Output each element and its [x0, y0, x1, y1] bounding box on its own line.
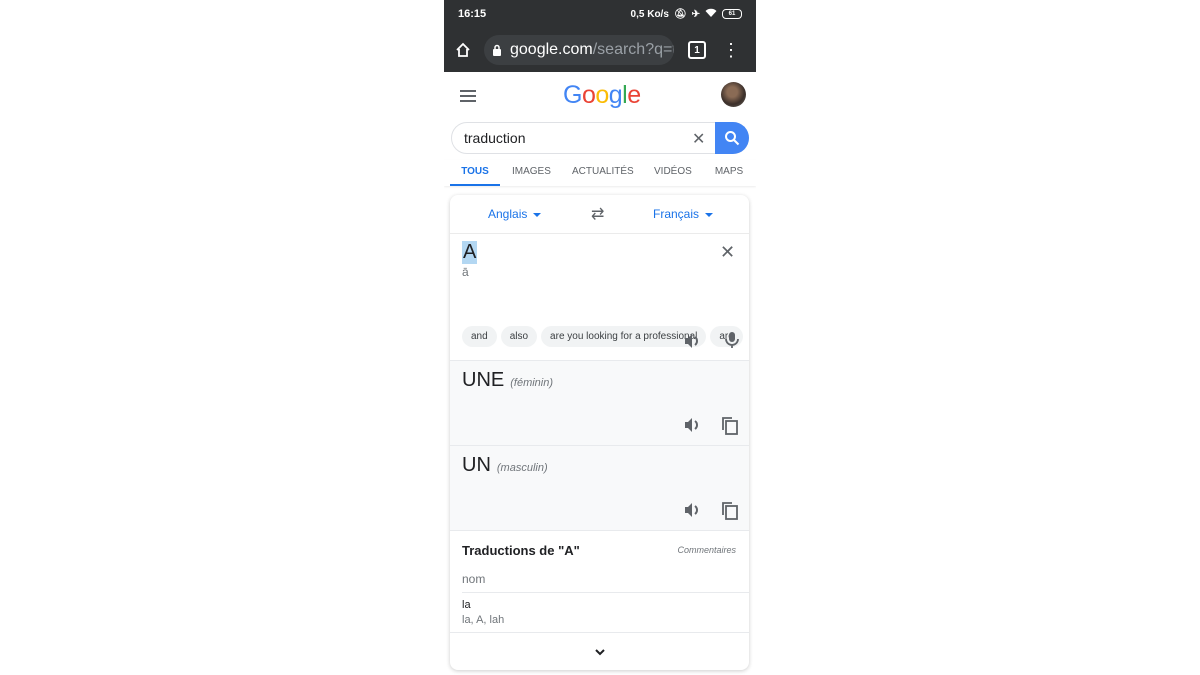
logo-letter: G: [563, 81, 582, 109]
divider: [462, 592, 749, 593]
dictionary-entry-synonyms: la, A, lah: [462, 614, 505, 626]
logo-letter: e: [627, 81, 641, 109]
microphone-icon[interactable]: [722, 330, 742, 350]
search-button[interactable]: [715, 122, 749, 154]
dictionary-entry-word: la: [462, 599, 471, 611]
chevron-down-icon: [705, 212, 714, 217]
expand-button[interactable]: [450, 632, 749, 670]
source-input-area[interactable]: A ā ✕ and also are you looking for a pro…: [450, 234, 749, 361]
logo-letter: o: [581, 81, 596, 109]
clear-search-icon[interactable]: ✕: [692, 129, 705, 149]
dictionary-title: Traductions de "A": [462, 543, 580, 558]
network-speed: 0,5 Ko/s: [630, 8, 669, 20]
bell-muted-icon: 🔕︎: [673, 8, 687, 20]
target-language-select[interactable]: Français: [653, 207, 714, 221]
target-language-label: Français: [653, 207, 700, 221]
search-input[interactable]: traduction: [464, 130, 525, 146]
url-bar[interactable]: google.com/search?q=t: [484, 35, 674, 65]
logo-letter: g: [608, 81, 623, 109]
more-menu-icon[interactable]: ⋮: [722, 41, 740, 59]
status-icons: 0,5 Ko/s 🔕︎ ✈︎ 61: [631, 8, 742, 21]
search-box[interactable]: traduction ✕: [451, 122, 749, 154]
tab-switcher-icon[interactable]: 1: [688, 41, 706, 59]
translation-word: UN: [462, 454, 491, 476]
home-icon[interactable]: [452, 39, 474, 61]
language-selector-row: Anglais ⇄ Français: [450, 195, 749, 234]
source-language-select[interactable]: Anglais: [488, 207, 542, 221]
google-logo[interactable]: Google: [563, 81, 641, 110]
search-icon: [725, 131, 740, 146]
speaker-icon[interactable]: [682, 331, 702, 351]
source-text[interactable]: A: [462, 241, 478, 264]
feedback-link[interactable]: Commentaires: [677, 545, 736, 555]
chevron-down-icon: [533, 212, 542, 217]
url-host: google.com: [510, 41, 593, 58]
chevron-down-icon: [594, 649, 605, 656]
translation-result: UN (masculin): [450, 446, 749, 531]
suggestion-chip[interactable]: and: [462, 326, 497, 347]
url-path: /search?q=t: [592, 41, 674, 58]
clear-source-icon[interactable]: ✕: [720, 242, 735, 263]
browser-toolbar: google.com/search?q=t 1 ⋮: [444, 28, 756, 72]
speaker-icon[interactable]: [682, 500, 702, 520]
hamburger-menu-icon[interactable]: [460, 90, 476, 102]
source-language-label: Anglais: [488, 207, 528, 221]
search-tabs: TOUS IMAGES ACTUALITÉS VIDÉOS MAPS: [444, 160, 756, 186]
copy-icon[interactable]: [720, 500, 740, 520]
swap-languages-icon[interactable]: ⇄: [591, 204, 604, 224]
tab-videos[interactable]: VIDÉOS: [654, 160, 692, 186]
airplane-icon: ✈︎: [691, 8, 700, 20]
translation-gender: (féminin): [510, 377, 554, 389]
avatar[interactable]: [721, 82, 746, 107]
wifi-icon: [705, 8, 717, 21]
translation-gender: (masculin): [496, 462, 548, 474]
suggestion-chip[interactable]: also: [500, 326, 538, 347]
google-header: Google: [444, 72, 756, 120]
translation-result: UNE (féminin): [450, 361, 749, 446]
lock-icon: [492, 44, 502, 56]
tab-images[interactable]: IMAGES: [512, 160, 551, 186]
tab-tous[interactable]: TOUS: [450, 160, 500, 186]
copy-icon[interactable]: [720, 415, 740, 435]
dictionary-section: Traductions de "A" Commentaires nom la l…: [450, 531, 749, 635]
logo-letter: o: [595, 81, 609, 109]
battery-icon: 61: [722, 9, 742, 19]
translate-card: Anglais ⇄ Français A ā ✕ and also are yo…: [450, 195, 749, 670]
speaker-icon[interactable]: [682, 415, 702, 435]
status-time: 16:15: [458, 8, 487, 20]
translation-word: UNE: [462, 369, 505, 391]
tab-maps[interactable]: MAPS: [714, 160, 744, 186]
tab-actualites[interactable]: ACTUALITÉS: [572, 160, 634, 186]
status-bar: 16:15 0,5 Ko/s 🔕︎ ✈︎ 61: [444, 0, 756, 28]
phone-screen: 16:15 0,5 Ko/s 🔕︎ ✈︎ 61 google.com/searc…: [444, 0, 756, 675]
source-phonetic: ā: [462, 265, 469, 279]
part-of-speech: nom: [462, 572, 486, 586]
